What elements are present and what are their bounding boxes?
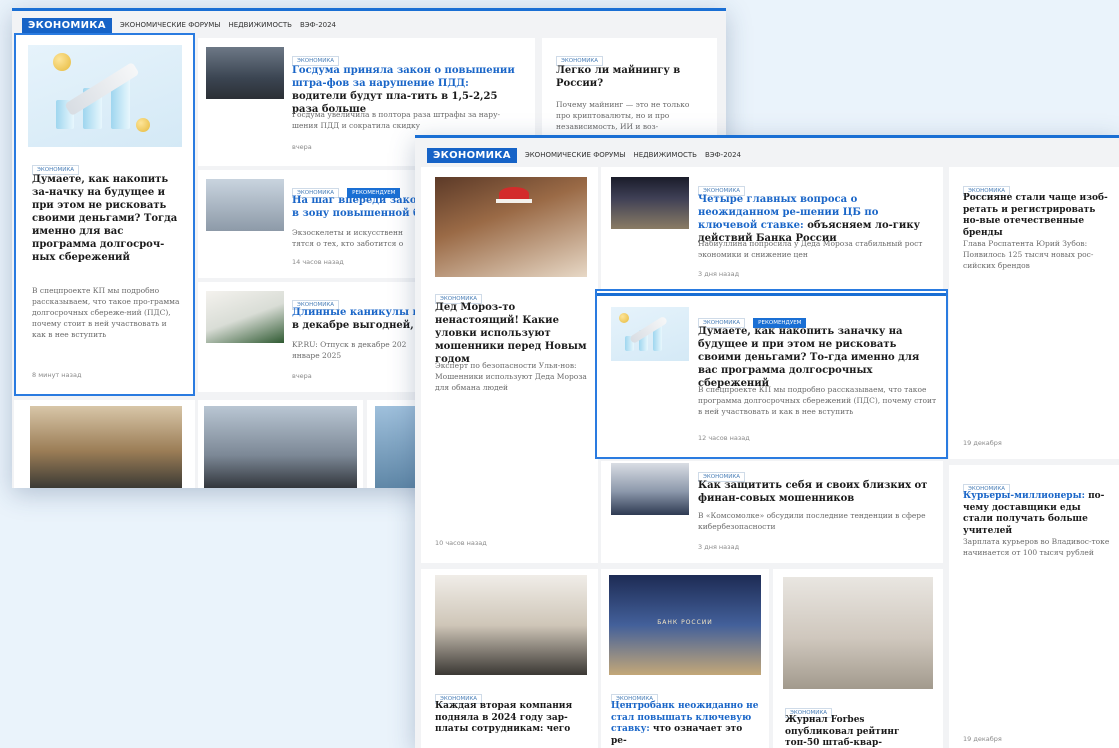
news-headline[interactable]: Госдума приняла закон о повышении штра-ф…	[292, 64, 524, 116]
feature-headline[interactable]: Думаете, как накопить за-начку на будуще…	[32, 173, 182, 264]
front-screenshot-panel: ЭКОНОМИКА ЭКОНОМИЧЕСКИЕ ФОРУМЫ НЕДВИЖИМО…	[415, 135, 1119, 748]
office-lobby-photo	[783, 577, 933, 689]
news-headline[interactable]: Дед Мороз-то ненастоящий! Какие уловки и…	[435, 301, 589, 366]
santa-hat-woman-photo	[435, 177, 587, 277]
news-timestamp: 3 дня назад	[698, 543, 740, 551]
savings-illustration-image	[28, 45, 182, 147]
nav-link-realty[interactable]: НЕДВИЖИМОСТЬ	[228, 21, 292, 29]
news-headline[interactable]: Думаете, как накопить заначку на будущее…	[698, 325, 936, 390]
news-card-forbes[interactable]: ЭКОНОМИКА Журнал Forbes опубликовал рейт…	[773, 569, 943, 748]
news-headline[interactable]: Как защитить себя и своих близких от фин…	[698, 479, 936, 505]
news-headline[interactable]: Легко ли майнингу в России?	[556, 64, 701, 90]
news-lead: Глава Роспатента Юрий Зубов: Появилось 1…	[963, 239, 1094, 270]
nav-link-vef[interactable]: ВЭФ-2024	[705, 151, 741, 159]
news-timestamp: 3 дня назад	[698, 270, 740, 278]
news-timestamp: вчера	[292, 372, 312, 380]
section-brand-link[interactable]: ЭКОНОМИКА	[427, 147, 517, 163]
section-nav: ЭКОНОМИКА ЭКОНОМИЧЕСКИЕ ФОРУМЫ НЕДВИЖИМО…	[427, 147, 741, 163]
traffic-photo	[206, 47, 284, 99]
official-photo	[204, 406, 357, 488]
feature-lead: В спецпроекте КП мы подробно рассказывае…	[32, 286, 180, 339]
news-lead: Набиуллина попросила у Деда Мороза стаби…	[698, 239, 923, 259]
feature-news-card[interactable]: ЭКОНОМИКА Думаете, как накопить за-начку…	[14, 33, 195, 396]
supermarket-photo	[30, 406, 182, 488]
news-card-fraud[interactable]: ЭКОНОМИКА Как защитить себя и своих близ…	[601, 461, 943, 563]
bank-sign: БАНК РОССИИ	[657, 619, 713, 626]
news-lead: Почему майнинг — это не только про крипт…	[556, 100, 690, 131]
news-timestamp: 19 декабря	[963, 439, 1002, 447]
news-card-cb-questions[interactable]: ЭКОНОМИКА Четыре главных вопроса о неожи…	[601, 167, 943, 289]
news-lead: В спецпроекте КП мы подробно рассказывае…	[698, 385, 937, 416]
news-card-salary[interactable]: ЭКОНОМИКА Каждая вторая компания подняла…	[421, 569, 598, 748]
news-headline[interactable]: Центробанк неожиданно не стал повышать к…	[611, 701, 761, 748]
news-lead: В «Комсомолке» обсудили последние тенден…	[698, 511, 926, 531]
news-card-brands[interactable]: ЭКОНОМИКА Россияне стали чаще изоб-ретат…	[949, 167, 1119, 459]
news-headline[interactable]: Четыре главных вопроса о неожиданном ре-…	[698, 193, 936, 245]
bank-building-photo	[611, 177, 689, 229]
news-timestamp: 10 часов назад	[435, 539, 487, 547]
news-timestamp: 14 часов назад	[292, 258, 344, 266]
news-lead: Зарплата курьеров во Владивос-токе начин…	[963, 537, 1110, 557]
news-headline[interactable]: Журнал Forbes опубликовал рейтинг топ-50…	[785, 715, 935, 748]
highlighted-news-card-pds[interactable]: ЭКОНОМИКА РЕКОМЕНДУЕМ Думаете, как накоп…	[595, 289, 948, 459]
news-card-ded-moroz[interactable]: ЭКОНОМИКА Дед Мороз-то ненастоящий! Каки…	[421, 167, 598, 563]
news-lead: Эксперт по безопасности Улья-нов: Мошенн…	[435, 361, 587, 392]
news-timestamp: 19 декабря	[963, 735, 1002, 743]
conference-photo	[611, 463, 689, 515]
news-headline[interactable]: Россияне стали чаще изоб-ретать и регист…	[963, 193, 1113, 240]
nav-link-vef[interactable]: ВЭФ-2024	[300, 21, 336, 29]
nav-link-forums[interactable]: ЭКОНОМИЧЕСКИЕ ФОРУМЫ	[525, 151, 626, 159]
feature-timestamp: 8 минут назад	[32, 371, 82, 379]
nav-link-realty[interactable]: НЕДВИЖИМОСТЬ	[633, 151, 697, 159]
news-headline[interactable]: Каждая вторая компания подняла в 2024 го…	[435, 701, 587, 736]
nav-link-forums[interactable]: ЭКОНОМИЧЕСКИЕ ФОРУМЫ	[120, 21, 221, 29]
section-brand-link[interactable]: ЭКОНОМИКА	[22, 17, 112, 33]
news-timestamp: 12 часов назад	[698, 434, 750, 442]
central-bank-photo: БАНК РОССИИ	[609, 575, 761, 675]
money-counting-photo	[435, 575, 587, 675]
news-timestamp: вчера	[292, 143, 312, 151]
news-card-couriers[interactable]: ЭКОНОМИКА Курьеры-миллионеры: по-чему до…	[949, 465, 1119, 748]
news-card-key-rate[interactable]: БАНК РОССИИ ЭКОНОМИКА Центробанк неожида…	[601, 569, 769, 748]
office-photo	[206, 179, 284, 231]
savings-illustration-image	[611, 307, 689, 361]
news-card-shop[interactable]	[14, 400, 195, 488]
news-lead: Госдума увеличила в полтора раза штрафы …	[292, 110, 501, 130]
section-nav: ЭКОНОМИКА ЭКОНОМИЧЕСКИЕ ФОРУМЫ НЕДВИЖИМО…	[22, 17, 336, 33]
news-headline[interactable]: Курьеры-миллионеры: по-чему доставщики е…	[963, 491, 1113, 538]
news-card-official[interactable]	[198, 400, 363, 488]
christmas-office-photo	[206, 291, 284, 343]
